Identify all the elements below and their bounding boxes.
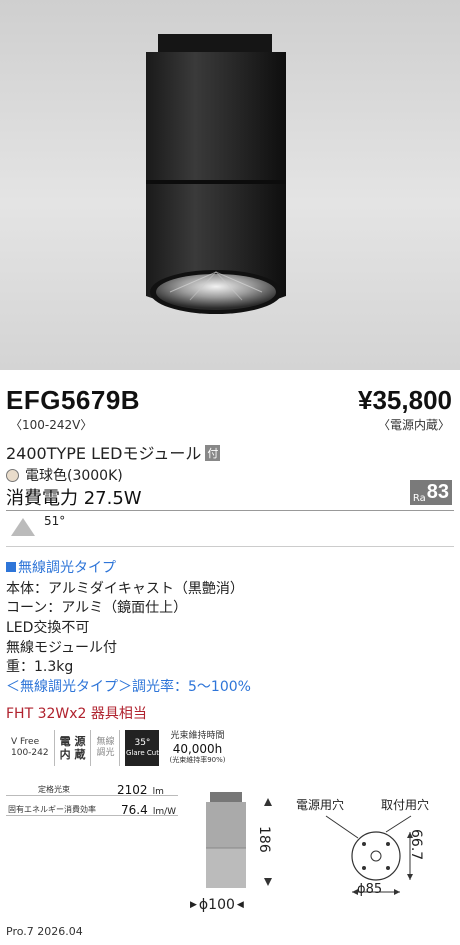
lifetime-icon: 光束維持時間 40,000h (光束維持率90%) bbox=[164, 730, 230, 766]
height-dimension: 186 bbox=[256, 826, 272, 853]
dimming-rate: ＜無線調光タイプ＞調光率：5～100% bbox=[6, 679, 251, 695]
wireless-dimming-icon: 無線 調光 bbox=[91, 730, 121, 766]
diameter-dimension-group: ▶ ϕ100 ◀ bbox=[190, 897, 244, 913]
color-temperature-text: 電球色(3000K) bbox=[25, 468, 123, 484]
lifetime-note: (光束維持率90%) bbox=[169, 756, 226, 765]
vfree-icon: V Free 100-242 bbox=[6, 730, 55, 766]
product-photo bbox=[0, 0, 460, 370]
power-consumption: 消費電力 27.5W bbox=[6, 488, 142, 509]
spec-wireless: 無線モジュール付 bbox=[6, 640, 118, 656]
square-bullet-icon bbox=[6, 562, 16, 572]
divider bbox=[6, 510, 454, 511]
hole-diameter: ϕ85 bbox=[357, 882, 383, 897]
model-number: EFG5679B bbox=[6, 385, 141, 415]
beam-angle: 51° bbox=[44, 514, 66, 528]
glare-label: Glare Cut bbox=[125, 749, 159, 758]
vfree-range: 100-242 bbox=[11, 748, 49, 758]
glare-cut-icon: 35° Glare Cut bbox=[125, 730, 160, 766]
spec-body: 本体：アルミダイキャスト（黒艶消） bbox=[6, 581, 244, 597]
led-type-text: 2400TYPE LEDモジュール bbox=[6, 444, 202, 463]
color-swatch-icon bbox=[6, 468, 19, 482]
price: ¥35,800 bbox=[358, 385, 452, 415]
power-top: 電 源 bbox=[59, 734, 86, 748]
diameter-dimension: ϕ100 bbox=[198, 897, 235, 913]
ra-value: 83 bbox=[426, 481, 449, 503]
glare-angle: 35° bbox=[134, 738, 151, 749]
fht-equivalent: FHT 32Wx2 器具相当 bbox=[6, 706, 147, 722]
mount-hole-label: 取付用穴 bbox=[381, 798, 430, 812]
lifetime-label: 光束維持時間 bbox=[170, 731, 225, 742]
spec-cone: コーン：アルミ（鏡面仕上） bbox=[6, 600, 188, 616]
divider bbox=[6, 546, 454, 547]
color-temperature: 電球色(3000K) bbox=[6, 465, 123, 485]
footer-version: Pro.7 2026.04 bbox=[6, 925, 83, 938]
wireless-top: 無線 bbox=[96, 737, 115, 748]
beam-angle-icon bbox=[11, 518, 35, 536]
ra-badge: Ra 83 bbox=[409, 480, 452, 505]
spec-led: LED交換不可 bbox=[6, 620, 90, 636]
feature-icons: V Free 100-242 電 源 内 蔵 無線 調光 35° Glare C… bbox=[6, 730, 231, 766]
included-badge: 付 bbox=[205, 445, 221, 461]
flux-label: 定格光束 bbox=[38, 785, 70, 794]
led-type: 2400TYPE LEDモジュール付 bbox=[6, 440, 221, 464]
pitch-dimension: 66.7 bbox=[408, 829, 424, 861]
downlight-image bbox=[146, 34, 286, 314]
power-bottom: 内 蔵 bbox=[59, 748, 86, 761]
divider bbox=[6, 795, 178, 796]
side-dimension-drawing bbox=[206, 792, 272, 888]
arrow-left-icon: ◀ bbox=[236, 900, 244, 910]
price-note: 〈電源内蔵〉 bbox=[377, 418, 450, 432]
voltage-range: 〈100-242V〉 bbox=[10, 418, 93, 432]
dimming-type: 無線調光タイプ bbox=[6, 557, 116, 577]
arrow-right-icon: ▶ bbox=[190, 900, 197, 910]
builtin-power-icon: 電 源 内 蔵 bbox=[55, 730, 92, 766]
efficiency-label: 固有エネルギー消費効率 bbox=[8, 805, 96, 814]
dimming-type-text: 無線調光タイプ bbox=[18, 560, 116, 576]
wireless-bottom: 調光 bbox=[96, 748, 115, 758]
divider bbox=[6, 815, 178, 816]
ra-label: Ra bbox=[412, 493, 426, 504]
lifetime-value: 40,000h bbox=[172, 742, 223, 756]
power-hole-label: 電源用穴 bbox=[296, 798, 345, 812]
spec-weight: 重：1.3kg bbox=[6, 659, 74, 675]
vfree-label: V Free bbox=[11, 737, 40, 748]
